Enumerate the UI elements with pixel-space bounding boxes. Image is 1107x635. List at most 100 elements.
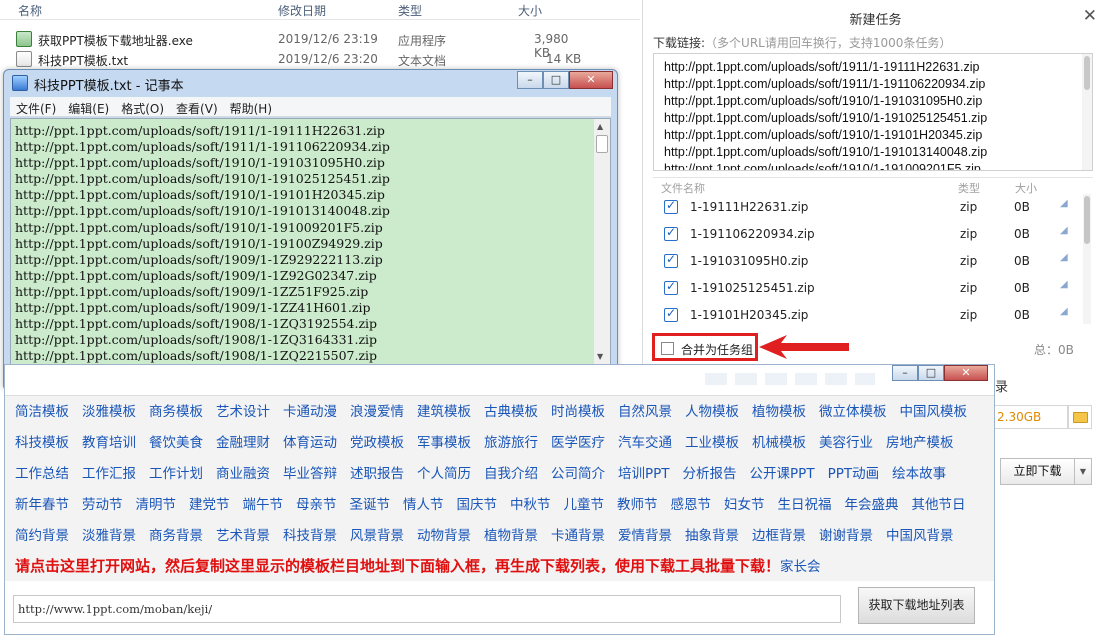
category-link[interactable]: 工业模板 [685,431,739,451]
category-link[interactable]: 家长会 [780,559,821,575]
category-link[interactable]: 儿童节 [564,493,605,513]
minimize-icon[interactable]: – [517,71,543,89]
category-link[interactable]: 清明节 [136,493,177,513]
category-link[interactable]: 劳动节 [82,493,123,513]
task-file-row[interactable]: 1-191031095H0.zip zip 0B ◢ [652,248,1087,275]
notepad-titlebar[interactable]: 科技PPT模板.txt - 记事本 – □ ✕ [4,70,617,96]
category-link[interactable]: 建筑模板 [417,400,471,420]
category-link[interactable]: 美容行业 [819,431,873,451]
column-type[interactable]: 类型 [398,2,422,19]
maximize-icon[interactable]: □ [918,365,944,381]
save-path-field[interactable]: 2.30GB [993,405,1068,429]
category-link[interactable]: 绘本故事 [892,462,946,482]
folder-icon[interactable] [1068,405,1092,429]
category-link[interactable]: 体育运动 [283,431,337,451]
category-link[interactable]: 建党节 [189,493,230,513]
category-link[interactable]: 培训PPT [618,462,670,482]
category-link[interactable]: 圣诞节 [350,493,391,513]
vertical-scrollbar[interactable]: ▲ ▼ [593,119,610,364]
category-link[interactable]: 艺术背景 [216,524,270,544]
chevron-down-icon[interactable]: ▼ [1075,458,1092,485]
category-link[interactable]: 植物背景 [484,524,538,544]
file-checkbox[interactable] [664,225,678,241]
merge-task-group-checkbox[interactable]: 合并为任务组 [652,333,758,361]
category-link[interactable]: 自我介绍 [484,462,538,482]
category-link[interactable]: 微立体模板 [819,400,887,420]
scroll-thumb[interactable] [596,135,608,153]
category-link[interactable]: 旅游旅行 [484,431,538,451]
category-link[interactable]: 工作总结 [15,462,69,482]
category-link[interactable]: 风景背景 [350,524,404,544]
file-checkbox[interactable] [664,198,678,214]
category-link[interactable]: 简约背景 [15,524,69,544]
scroll-up-icon[interactable]: ▲ [597,122,603,131]
category-link[interactable]: 毕业答辩 [283,462,337,482]
category-link[interactable]: 医学医疗 [551,431,605,451]
category-link[interactable]: 商业融资 [216,462,270,482]
category-link[interactable]: 边框背景 [752,524,806,544]
menu-view[interactable]: 查看(V) [170,97,224,116]
category-link[interactable]: 军事模板 [417,431,471,451]
task-file-row[interactable]: 1-19111H22631.zip zip 0B ◢ [652,194,1087,221]
category-link[interactable]: 人物模板 [685,400,739,420]
column-name[interactable]: 名称 [18,2,42,19]
category-link[interactable]: 房地产模板 [886,431,954,451]
category-link[interactable]: 抽象背景 [685,524,739,544]
category-link[interactable]: 分析报告 [683,462,737,482]
url-input[interactable] [13,595,841,623]
category-link[interactable]: 公司简介 [551,462,605,482]
get-download-list-button[interactable]: 获取下载地址列表 [858,587,975,624]
category-link[interactable]: 情人节 [403,493,444,513]
file-checkbox[interactable] [664,306,678,322]
category-link[interactable]: 科技模板 [15,431,69,451]
file-row[interactable]: 科技PPT模板.txt 2019/12/6 23:20 文本文档 14 KB [12,49,588,69]
category-link[interactable]: 卡通动漫 [283,400,337,420]
category-link[interactable]: 古典模板 [484,400,538,420]
task-file-row[interactable]: 1-191106220934.zip zip 0B ◢ [652,221,1087,248]
download-now-button[interactable]: 立即下载 [1000,458,1075,485]
file-checkbox[interactable] [664,279,678,295]
file-row[interactable]: 获取PPT模板下载地址器.exe 2019/12/6 23:19 应用程序 3,… [12,29,588,60]
category-link[interactable]: 个人简历 [417,462,471,482]
file-table-scrollbar[interactable] [1083,194,1091,324]
category-link[interactable]: 汽车交通 [618,431,672,451]
category-link[interactable]: 述职报告 [350,462,404,482]
category-link[interactable]: 母亲节 [296,493,337,513]
category-link[interactable]: 国庆节 [457,493,498,513]
category-link[interactable]: 工作汇报 [82,462,136,482]
close-icon[interactable]: ✕ [944,365,988,381]
menu-format[interactable]: 格式(O) [115,97,170,116]
category-link[interactable]: 动物背景 [417,524,471,544]
url-textarea[interactable]: http://ppt.1ppt.com/uploads/soft/1911/1-… [653,53,1093,171]
category-link[interactable]: 工作计划 [149,462,203,482]
category-link[interactable]: 年会盛典 [845,493,899,513]
category-link[interactable]: 金融理财 [216,431,270,451]
category-link[interactable]: 商务背景 [149,524,203,544]
category-link[interactable]: 商务模板 [149,400,203,420]
instruction-link[interactable]: 请点击这里打开网站，然后复制这里显示的模板栏目地址到下面输入框，再生成下载列表，… [15,555,821,576]
merge-checkbox[interactable] [661,342,674,355]
category-link[interactable]: 科技背景 [283,524,337,544]
category-link[interactable]: 生日祝福 [778,493,832,513]
category-link[interactable]: 自然风景 [618,400,672,420]
category-link[interactable]: 艺术设计 [216,400,270,420]
category-link[interactable]: PPT动画 [828,462,880,482]
menu-help[interactable]: 帮助(H) [224,97,278,116]
category-link[interactable]: 卡通背景 [551,524,605,544]
category-link[interactable]: 其他节日 [912,493,966,513]
category-link[interactable]: 妇女节 [724,493,765,513]
category-link[interactable]: 中秋节 [510,493,551,513]
category-link[interactable]: 植物模板 [752,400,806,420]
menu-file[interactable]: 文件(F) [10,97,62,116]
task-file-row[interactable]: 1-191025125451.zip zip 0B ◢ [652,275,1087,302]
category-link[interactable]: 教师节 [617,493,658,513]
maximize-icon[interactable]: □ [543,71,569,89]
category-link[interactable]: 新年春节 [15,493,69,513]
close-icon[interactable]: ✕ [1083,6,1097,26]
category-link[interactable]: 浪漫爱情 [350,400,404,420]
url-scrollbar[interactable] [1082,54,1092,170]
category-link[interactable]: 爱情背景 [618,524,672,544]
tool-titlebar[interactable]: – □ ✕ [605,365,994,393]
category-link[interactable]: 党政模板 [350,431,404,451]
category-link[interactable]: 餐饮美食 [149,431,203,451]
